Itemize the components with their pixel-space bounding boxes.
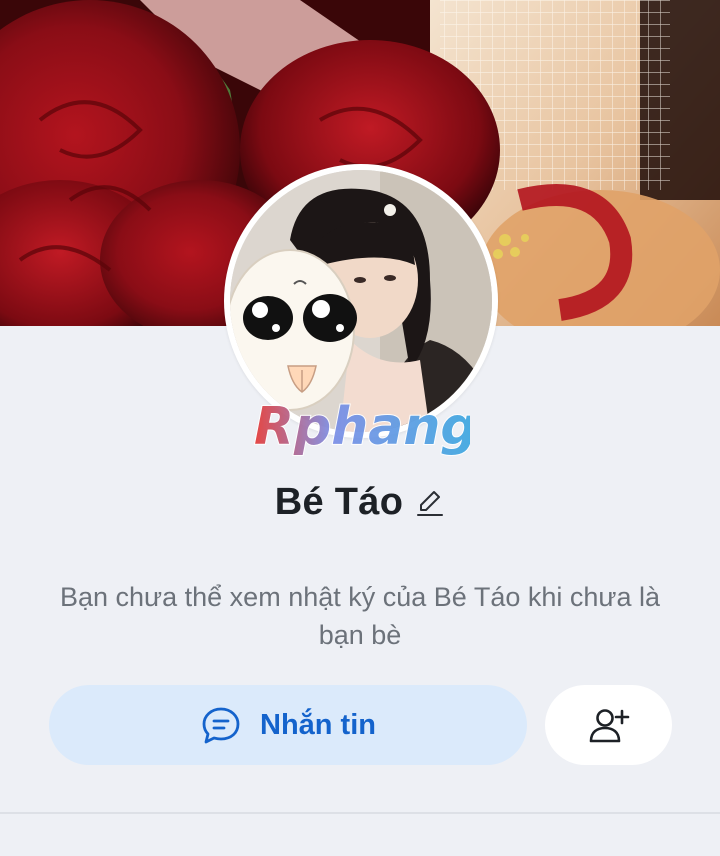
add-user-icon bbox=[587, 703, 631, 747]
section-divider bbox=[0, 812, 720, 814]
message-button[interactable]: Nhắn tin bbox=[49, 685, 527, 765]
add-friend-button[interactable] bbox=[545, 685, 672, 765]
avatar[interactable] bbox=[224, 164, 498, 438]
avatar-image bbox=[230, 170, 492, 432]
message-button-label: Nhắn tin bbox=[260, 708, 376, 741]
profile-name: Bé Táo bbox=[274, 480, 404, 523]
pencil-icon[interactable] bbox=[415, 488, 445, 518]
chat-bubble-icon bbox=[200, 704, 242, 746]
privacy-notice: Bạn chưa thể xem nhật ký của Bé Táo khi … bbox=[60, 582, 660, 650]
name-row: Bé Táo bbox=[0, 474, 720, 530]
